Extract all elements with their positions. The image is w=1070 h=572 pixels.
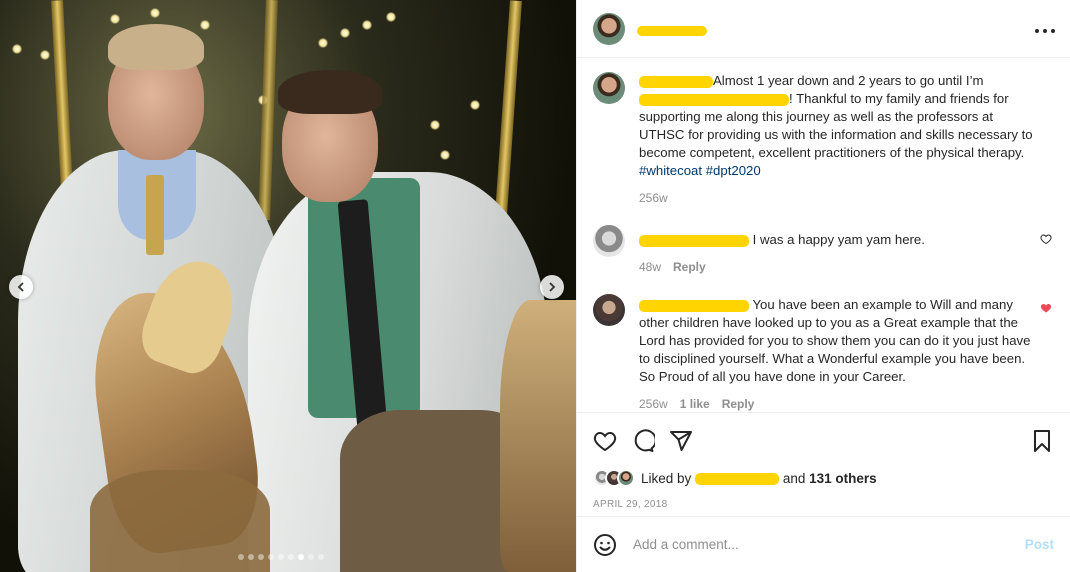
carousel-dots — [238, 554, 324, 560]
likes-summary: Liked by and 131 others — [593, 467, 1054, 489]
post-comment-button[interactable]: Post — [1025, 537, 1054, 552]
bookmark-icon — [1034, 430, 1050, 452]
commenter-username-redacted[interactable] — [639, 299, 749, 312]
carousel-light — [200, 20, 210, 30]
carousel-dot — [308, 554, 314, 560]
caption-age[interactable]: 256w — [639, 189, 668, 207]
liked-by-and: and — [782, 470, 806, 486]
others-likes-link[interactable]: 131 others — [809, 471, 877, 486]
carousel-dot — [268, 554, 274, 560]
post-photo[interactable] — [0, 0, 576, 572]
like-button[interactable] — [593, 429, 617, 453]
hashtag-link[interactable]: #whitecoat — [639, 163, 702, 178]
carousel-light — [362, 20, 372, 30]
heart-outline-icon[interactable] — [1040, 233, 1052, 245]
carousel-dot — [288, 554, 294, 560]
carousel-light — [318, 38, 328, 48]
commenter-username-redacted[interactable] — [639, 234, 749, 247]
carousel-horse-right — [500, 300, 576, 572]
person-right-hair — [278, 70, 382, 114]
carousel-dot — [298, 554, 304, 560]
carousel-light — [110, 14, 120, 24]
save-button[interactable] — [1030, 429, 1054, 453]
comment-meta: 48w Reply — [639, 258, 1034, 276]
comments-list: Almost 1 year down and 2 years to go unt… — [577, 58, 1070, 412]
caption-entry: Almost 1 year down and 2 years to go unt… — [593, 72, 1054, 207]
carousel-light — [340, 28, 350, 38]
hashtag-link[interactable]: #dpt2020 — [706, 163, 761, 178]
comment-age[interactable]: 256w — [639, 395, 668, 412]
reply-button[interactable]: Reply — [722, 395, 755, 412]
comment-bubble-icon — [634, 429, 655, 452]
comment-button[interactable] — [631, 429, 655, 453]
carousel-next-button[interactable] — [540, 275, 564, 299]
carousel-dot — [278, 554, 284, 560]
more-options-button[interactable] — [1034, 18, 1056, 39]
commenter-avatar[interactable] — [593, 294, 625, 326]
comment-meta: 256w 1 like Reply — [639, 395, 1034, 412]
post-header — [577, 0, 1070, 58]
carousel-light — [470, 100, 480, 110]
carousel-dot — [258, 554, 264, 560]
carousel-dot — [238, 554, 244, 560]
carousel-dot — [318, 554, 324, 560]
liker-username-redacted[interactable] — [695, 472, 780, 485]
comment-likes[interactable]: 1 like — [680, 395, 710, 412]
chevron-left-icon — [17, 282, 24, 292]
chevron-right-icon — [549, 282, 556, 292]
heart-outline-icon — [593, 431, 617, 452]
more-dots-icon — [1035, 29, 1055, 33]
carousel-light — [430, 120, 440, 130]
owner-avatar[interactable] — [593, 72, 625, 104]
person-left-tie — [146, 175, 164, 255]
comment-item: I was a happy yam yam here. 48w Reply — [593, 225, 1054, 276]
liker-avatar[interactable] — [617, 469, 635, 487]
reply-button[interactable]: Reply — [673, 258, 706, 276]
redaction-mark — [637, 25, 707, 36]
caption-meta: 256w — [639, 189, 1034, 207]
carousel-light — [12, 44, 22, 54]
post-side-panel: Almost 1 year down and 2 years to go unt… — [576, 0, 1070, 572]
post-date[interactable]: APRIL 29, 2018 — [593, 499, 1054, 510]
comment-item: You have been an example to Will and man… — [593, 294, 1054, 412]
owner-avatar[interactable] — [593, 12, 625, 45]
carousel-dot — [248, 554, 254, 560]
comment-input[interactable] — [633, 537, 1025, 552]
owner-username-redacted[interactable] — [639, 75, 713, 88]
person-left-hair — [108, 24, 204, 70]
emoji-icon[interactable] — [593, 533, 617, 557]
owner-username[interactable] — [637, 21, 707, 36]
carousel-prev-button[interactable] — [9, 275, 33, 299]
carousel-light — [40, 50, 50, 60]
add-comment-bar: Post — [577, 516, 1070, 572]
carousel-light — [150, 8, 160, 18]
paper-plane-icon — [670, 431, 692, 451]
heart-filled-icon[interactable] — [1040, 302, 1052, 314]
carousel-light — [386, 12, 396, 22]
commenter-avatar[interactable] — [593, 225, 625, 257]
caption-text: Almost 1 year down and 2 years to go unt… — [713, 73, 984, 88]
redaction-mark — [639, 93, 789, 106]
post-dialog: Almost 1 year down and 2 years to go unt… — [0, 0, 1070, 572]
carousel-pole — [258, 0, 278, 221]
carousel-light — [440, 150, 450, 160]
share-button[interactable] — [669, 429, 693, 453]
comment-text: I was a happy yam yam here. — [752, 232, 925, 247]
comment-age[interactable]: 48w — [639, 258, 661, 276]
action-row — [593, 421, 1054, 461]
liked-by-label: Liked by — [641, 470, 692, 486]
